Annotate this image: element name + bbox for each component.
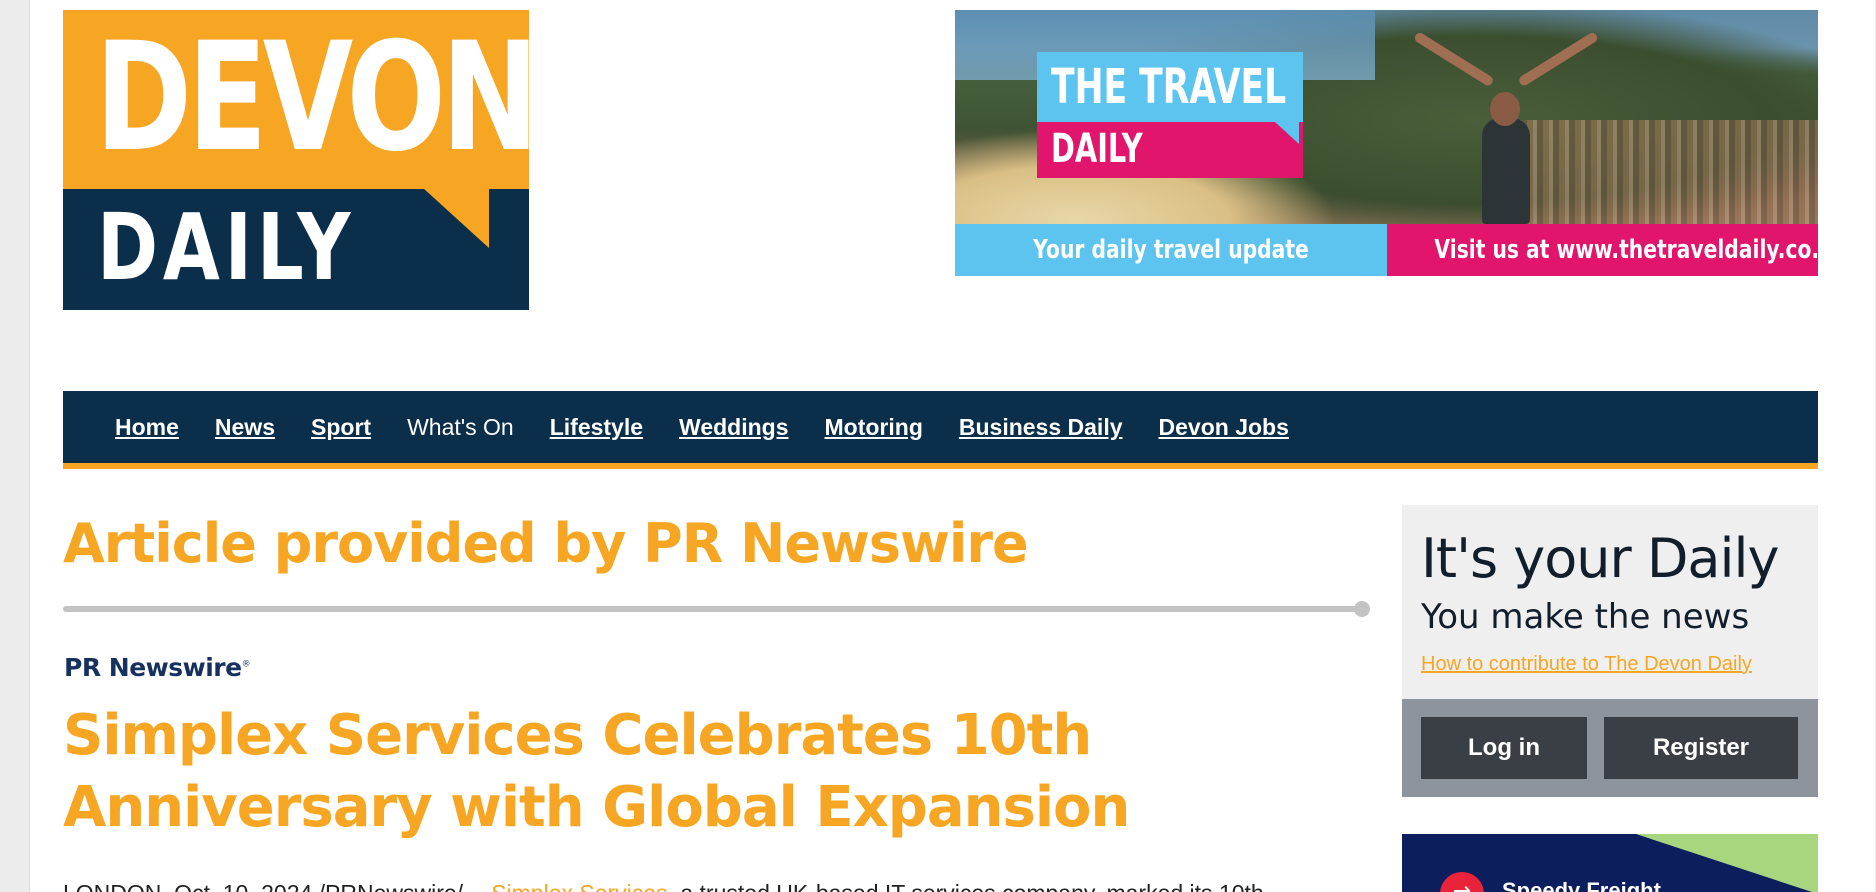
travel-daily-ad-banner[interactable]: THE TRAVEL DAILY Your daily travel updat… — [955, 10, 1818, 276]
logo-word-devon: DEVON — [95, 11, 539, 185]
logo-speech-tail — [423, 188, 489, 248]
nav-link-devon-jobs[interactable]: Devon Jobs — [1159, 414, 1289, 440]
section-heading: Article provided by PR Newswire — [63, 512, 1029, 575]
nav-item-whats-on: What's On — [407, 414, 514, 441]
nav-item-weddings: Weddings — [679, 414, 788, 441]
ad-title-line2: DAILY — [1051, 126, 1143, 172]
devon-daily-logo[interactable]: DEVON DAILY — [63, 10, 539, 310]
nav-item-devon-jobs: Devon Jobs — [1159, 414, 1289, 441]
nav-list: Home News Sport What's On Lifestyle Wedd… — [63, 391, 1818, 463]
ad-title-line1: THE TRAVEL — [1051, 59, 1287, 115]
lead-prefix: LONDON, Oct. 10, 2024 /PRNewswire/ -- — [63, 880, 485, 892]
nav-link-weddings[interactable]: Weddings — [679, 414, 788, 440]
nav-link-business-daily[interactable]: Business Daily — [959, 414, 1123, 440]
sidebar-ad-label: Speedy Freight — [1502, 878, 1661, 892]
register-button[interactable]: Register — [1604, 717, 1798, 779]
page: DEVON DAILY THE TRAVEL DAILY Your daily … — [29, 0, 1875, 892]
ad-website: Visit us at www.thetraveldaily.co.uk — [1434, 235, 1818, 265]
article-title: Simplex Services Celebrates 10th Anniver… — [63, 703, 1130, 840]
nav-item-news: News — [215, 414, 275, 441]
main-navigation: Home News Sport What's On Lifestyle Wedd… — [63, 391, 1818, 469]
company-link[interactable]: Simplex Services — [491, 880, 667, 892]
nav-item-lifestyle: Lifestyle — [550, 414, 643, 441]
nav-link-whats-on[interactable]: What's On — [407, 414, 514, 440]
nav-link-sport[interactable]: Sport — [311, 414, 371, 440]
nav-item-motoring: Motoring — [825, 414, 923, 441]
freight-logo-icon: ⇄ — [1440, 872, 1484, 892]
nav-item-sport: Sport — [311, 414, 371, 441]
sidebar-ad[interactable]: ⇄ Speedy Freight — [1402, 834, 1818, 892]
nav-item-business-daily: Business Daily — [959, 414, 1123, 441]
nav-link-news[interactable]: News — [215, 414, 275, 440]
nav-link-motoring[interactable]: Motoring — [825, 414, 923, 440]
sidebar-subtitle: You make the news — [1421, 597, 1750, 637]
contribute-link[interactable]: How to contribute to The Devon Daily — [1421, 653, 1752, 676]
pr-newswire-logo-text: PR Newswire — [64, 653, 242, 682]
sidebar-contribute-box: It's your Daily You make the news How to… — [1402, 505, 1818, 797]
pr-newswire-logo: PR Newswire® — [64, 653, 251, 682]
sidebar-ad-green-shape — [1636, 834, 1818, 892]
nav-link-home[interactable]: Home — [115, 414, 179, 440]
lead-suffix: , a trusted UK-based IT services company… — [668, 880, 1264, 892]
section-divider — [63, 606, 1363, 612]
login-button[interactable]: Log in — [1421, 717, 1587, 779]
auth-button-bar: Log in Register — [1402, 699, 1818, 797]
ad-bubble-tail — [1275, 122, 1299, 144]
sidebar-title: It's your Daily — [1421, 527, 1779, 590]
ad-hiker-figure — [1413, 31, 1599, 224]
registered-mark: ® — [241, 659, 251, 670]
nav-item-home: Home — [115, 414, 179, 441]
divider-end-dot — [1354, 601, 1370, 617]
ad-tagline: Your daily travel update — [1033, 235, 1309, 265]
article-lead-paragraph: LONDON, Oct. 10, 2024 /PRNewswire/ -- Si… — [63, 878, 1363, 892]
logo-word-daily: DAILY — [97, 194, 356, 301]
nav-link-lifestyle[interactable]: Lifestyle — [550, 414, 643, 440]
